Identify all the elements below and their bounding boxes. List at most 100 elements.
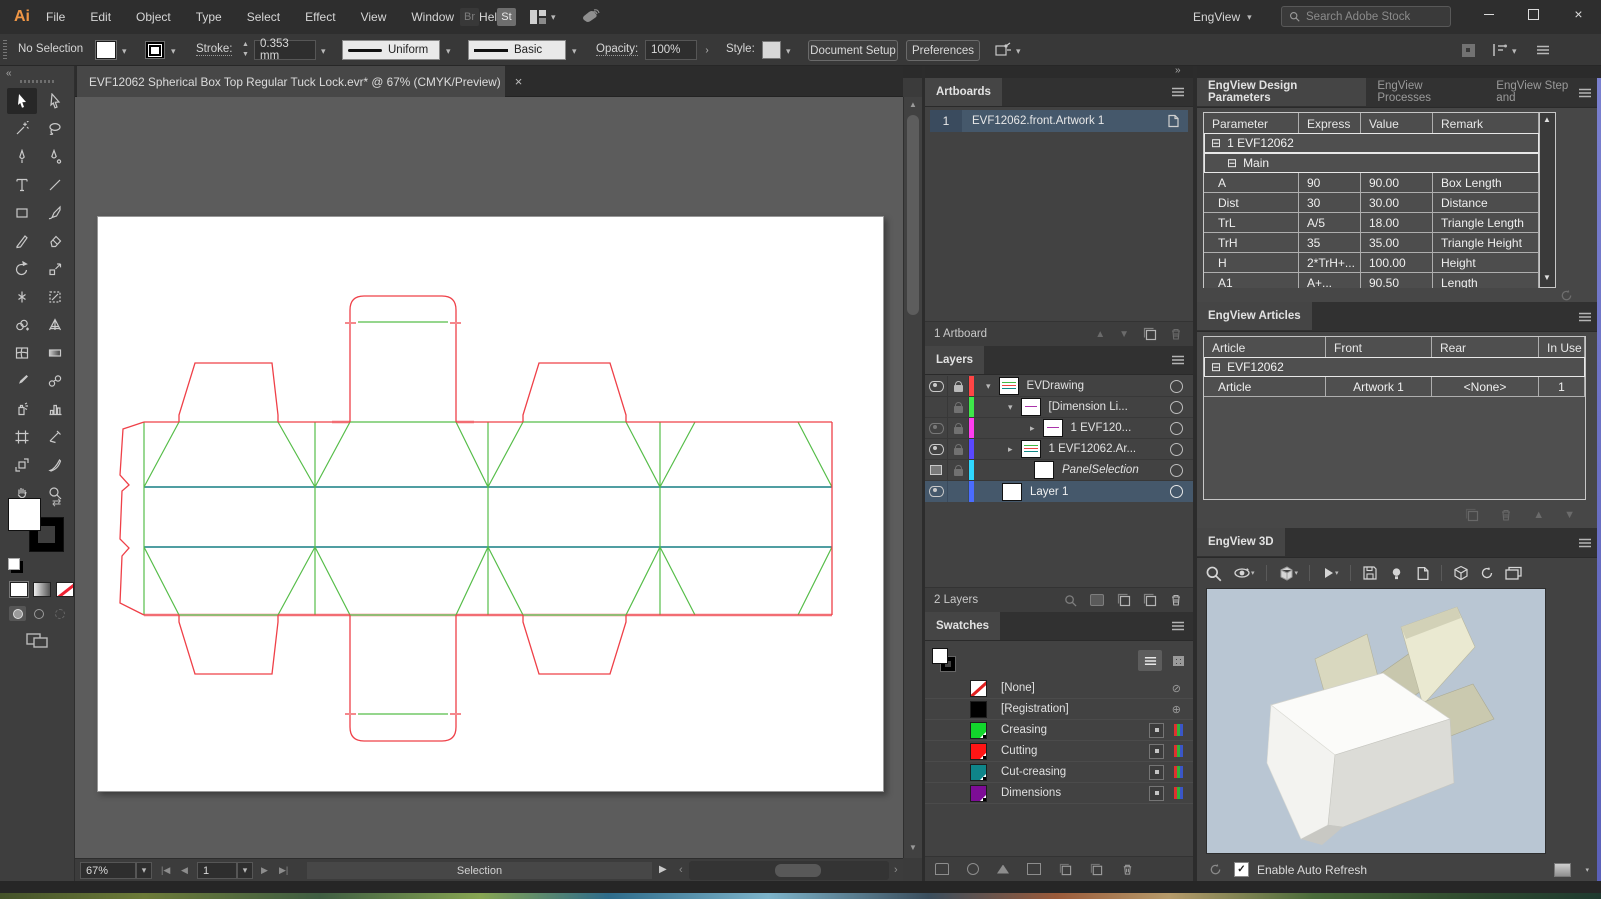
- hscroll-left-icon[interactable]: ‹: [679, 864, 683, 876]
- visibility-toggle[interactable]: [925, 460, 948, 480]
- cell[interactable]: 90: [1299, 173, 1361, 193]
- new-layer-icon[interactable]: [1143, 593, 1157, 607]
- visibility-toggle[interactable]: [925, 439, 948, 459]
- lock-toggle[interactable]: [948, 376, 969, 396]
- scroll-down-icon[interactable]: ▼: [909, 843, 917, 852]
- artboard-number-field[interactable]: 1: [197, 862, 237, 879]
- stock-search-box[interactable]: Search Adobe Stock: [1281, 6, 1451, 27]
- cell[interactable]: TrH: [1204, 233, 1299, 253]
- stroke-label[interactable]: Stroke:: [196, 43, 232, 56]
- design-parameters-scrollbar[interactable]: ▲ ▼: [1540, 112, 1556, 288]
- next-artboard-icon[interactable]: ▶: [261, 865, 268, 876]
- refresh-parameters-icon[interactable]: [1560, 289, 1573, 302]
- new-sublayer-icon[interactable]: [1117, 593, 1131, 607]
- lock-toggle[interactable]: [948, 439, 969, 459]
- cell[interactable]: TrL: [1204, 213, 1299, 233]
- fold-animation-icon[interactable]: ▾: [1321, 566, 1339, 580]
- minimize-button[interactable]: [1466, 0, 1511, 28]
- cell[interactable]: 35: [1299, 233, 1361, 253]
- control-bar-grip[interactable]: [3, 40, 7, 60]
- slice-tool[interactable]: [40, 424, 70, 450]
- canvas-hscrollbar[interactable]: [689, 861, 889, 880]
- vscroll-thumb[interactable]: [907, 115, 919, 315]
- show-kinds-icon[interactable]: [997, 865, 1009, 874]
- layers-panel-menu-icon[interactable]: [1171, 355, 1185, 365]
- workspace-switcher[interactable]: EngView ▾: [1193, 0, 1252, 34]
- article-down-icon[interactable]: ▼: [1564, 509, 1575, 521]
- artboard[interactable]: [97, 216, 884, 792]
- scale-tool[interactable]: [40, 256, 70, 282]
- curvature-tool[interactable]: [40, 144, 70, 170]
- document-setup-button[interactable]: Document Setup: [808, 40, 898, 61]
- chevron-right-icon[interactable]: ▸: [1030, 423, 1035, 434]
- first-artboard-icon[interactable]: |◀: [161, 865, 170, 876]
- background-chevron-icon[interactable]: ▾: [1585, 866, 1589, 874]
- screen-mode-icon[interactable]: [26, 632, 48, 648]
- articles-table[interactable]: Article Front Rear In Use ⊟EVF12062 Arti…: [1203, 336, 1586, 500]
- document-close-icon[interactable]: ×: [515, 74, 523, 89]
- parameter-subgroup-row[interactable]: ⊟Main: [1204, 153, 1539, 173]
- rotate-tool[interactable]: [7, 256, 37, 282]
- swatch-row[interactable]: Cut-creasing: [925, 762, 1193, 783]
- fill-swatch[interactable]: [96, 41, 116, 59]
- artboard-row[interactable]: 1 EVF12062.front.Artwork 1: [930, 110, 1188, 132]
- draw-normal-button[interactable]: [9, 606, 26, 621]
- new-article-icon[interactable]: [1465, 508, 1479, 522]
- swatch-themes-icon[interactable]: [967, 863, 979, 875]
- gradient-tool[interactable]: [40, 340, 70, 366]
- parameter-group-row[interactable]: ⊟1 EVF12062: [1204, 133, 1539, 153]
- export-3d-icon[interactable]: [1415, 566, 1430, 581]
- hscroll-thumb[interactable]: [775, 864, 821, 877]
- layer-row[interactable]: ▾ [Dimension Li...: [925, 397, 1193, 418]
- canvas-vscrollbar[interactable]: ▲ ▼: [903, 97, 922, 858]
- stock-badge[interactable]: St: [497, 8, 516, 26]
- tab-artboards[interactable]: Artboards: [925, 78, 1002, 106]
- auto-refresh-checkbox[interactable]: ✓: [1234, 862, 1249, 877]
- cell[interactable]: 100.00: [1361, 253, 1433, 273]
- cell[interactable]: A/5: [1299, 213, 1361, 233]
- layer-row[interactable]: ▸ 1 EVF12062.Ar...: [925, 439, 1193, 460]
- design-parameters-menu-icon[interactable]: [1578, 88, 1592, 98]
- layout-chevron-icon[interactable]: ▾: [551, 12, 556, 23]
- menu-edit[interactable]: Edit: [90, 10, 111, 24]
- cell[interactable]: 35.00: [1361, 233, 1433, 253]
- publish-icon[interactable]: [580, 8, 600, 26]
- status-expand-icon[interactable]: ▶: [659, 864, 667, 875]
- maximize-button[interactable]: [1511, 0, 1556, 28]
- artboard-up-icon[interactable]: ▲: [1095, 329, 1105, 340]
- delete-layer-icon[interactable]: [1169, 593, 1183, 607]
- swatch-row[interactable]: Cutting: [925, 741, 1193, 762]
- eyedropper-tool[interactable]: [7, 368, 37, 394]
- visibility-toggle[interactable]: [925, 481, 948, 502]
- article-group-row[interactable]: ⊟EVF12062: [1204, 357, 1585, 377]
- style-swatch[interactable]: [762, 41, 781, 59]
- layer-row[interactable]: ▾ EVDrawing: [925, 376, 1193, 397]
- menu-object[interactable]: Object: [136, 10, 171, 24]
- cell[interactable]: A+...: [1299, 273, 1361, 288]
- grid-view-button[interactable]: [1166, 650, 1190, 671]
- fill-chevron-icon[interactable]: ▾: [122, 46, 127, 57]
- cell[interactable]: H: [1204, 253, 1299, 273]
- perspective-grid-tool[interactable]: [40, 312, 70, 338]
- cell[interactable]: A: [1204, 173, 1299, 193]
- layout-icon[interactable]: [530, 10, 546, 24]
- cell[interactable]: Article: [1204, 377, 1326, 397]
- target-icon[interactable]: [1170, 401, 1183, 414]
- design-parameters-table[interactable]: Parameter Express Value Remark ⊟1 EVF120…: [1203, 112, 1540, 288]
- new-artboard-icon[interactable]: [1143, 327, 1157, 341]
- magic-wand-tool[interactable]: [7, 116, 37, 142]
- target-icon[interactable]: [1170, 380, 1183, 393]
- last-artboard-icon[interactable]: ▶|: [279, 865, 288, 876]
- stroke-width-chevron-icon[interactable]: ▾: [321, 46, 326, 57]
- opacity-expand-button[interactable]: ›: [700, 40, 714, 60]
- line-segment-tool[interactable]: [40, 172, 70, 198]
- new-swatch-icon[interactable]: [1090, 863, 1103, 876]
- artboards-panel-menu-icon[interactable]: [1171, 87, 1185, 97]
- menu-effect[interactable]: Effect: [305, 10, 335, 24]
- scroll-down-icon[interactable]: ▼: [1543, 273, 1551, 282]
- width-tool[interactable]: [7, 284, 37, 310]
- brush-dropdown[interactable]: Basic: [468, 40, 566, 60]
- cell[interactable]: 2*TrH+...: [1299, 253, 1361, 273]
- menu-type[interactable]: Type: [196, 10, 222, 24]
- stroke-stepper[interactable]: ▲▼: [240, 40, 251, 60]
